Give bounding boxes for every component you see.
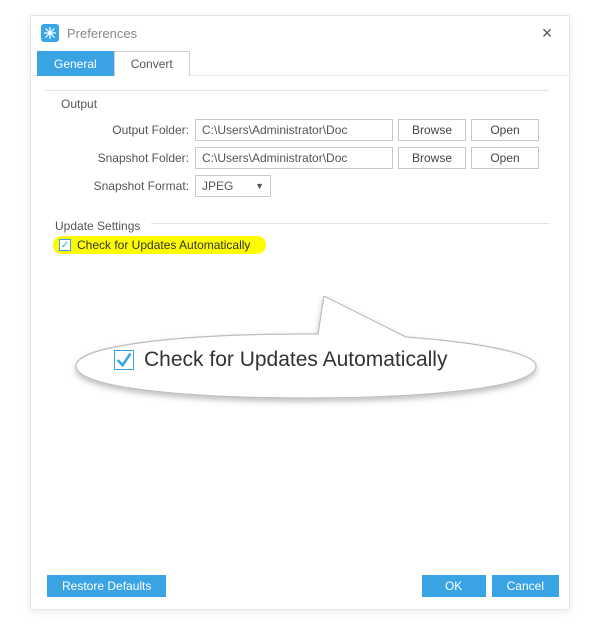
restore-defaults-button[interactable]: Restore Defaults (47, 575, 166, 597)
titlebar: Preferences × (31, 16, 569, 50)
callout-content: Check for Updates Automatically (114, 348, 447, 372)
footer: Restore Defaults OK Cancel (41, 575, 559, 597)
window-title: Preferences (67, 26, 535, 41)
ok-button[interactable]: OK (422, 575, 486, 597)
output-folder-row: Output Folder: Browse Open (85, 119, 549, 141)
check-updates-row-highlighted: ✓ Check for Updates Automatically (53, 236, 266, 254)
snapshot-folder-input[interactable] (195, 147, 393, 169)
snapshot-format-label: Snapshot Format: (85, 179, 195, 193)
tab-convert[interactable]: Convert (114, 51, 190, 76)
snapshot-folder-label: Snapshot Folder: (85, 151, 195, 165)
cancel-button[interactable]: Cancel (492, 575, 559, 597)
browse-button[interactable]: Browse (398, 147, 466, 169)
check-updates-checkbox[interactable]: ✓ (59, 239, 71, 251)
output-folder-label: Output Folder: (85, 123, 195, 137)
output-folder-input[interactable] (195, 119, 393, 141)
check-updates-label: Check for Updates Automatically (77, 238, 250, 252)
browse-button[interactable]: Browse (398, 119, 466, 141)
snapshot-format-value: JPEG (202, 179, 233, 193)
content-panel: Output Output Folder: Browse Open Snapsh… (31, 76, 569, 254)
snapshot-format-row: Snapshot Format: JPEG ▼ (85, 175, 549, 197)
close-icon[interactable]: × (535, 23, 559, 44)
tab-general[interactable]: General (37, 51, 114, 76)
tabs: General Convert (31, 50, 569, 76)
snapshot-format-select[interactable]: JPEG ▼ (195, 175, 271, 197)
app-icon (41, 24, 59, 42)
snapshot-folder-row: Snapshot Folder: Browse Open (85, 147, 549, 169)
open-button[interactable]: Open (471, 147, 539, 169)
chevron-down-icon: ▼ (255, 181, 264, 191)
update-group-label: Update Settings (55, 219, 549, 233)
open-button[interactable]: Open (471, 119, 539, 141)
divider (45, 90, 549, 91)
callout-bubble: Check for Updates Automatically (56, 296, 556, 436)
callout-text: Check for Updates Automatically (144, 348, 447, 372)
preferences-dialog: Preferences × General Convert Output Out… (30, 15, 570, 610)
callout-checkbox[interactable] (114, 350, 134, 370)
output-group-label: Output (61, 97, 549, 111)
